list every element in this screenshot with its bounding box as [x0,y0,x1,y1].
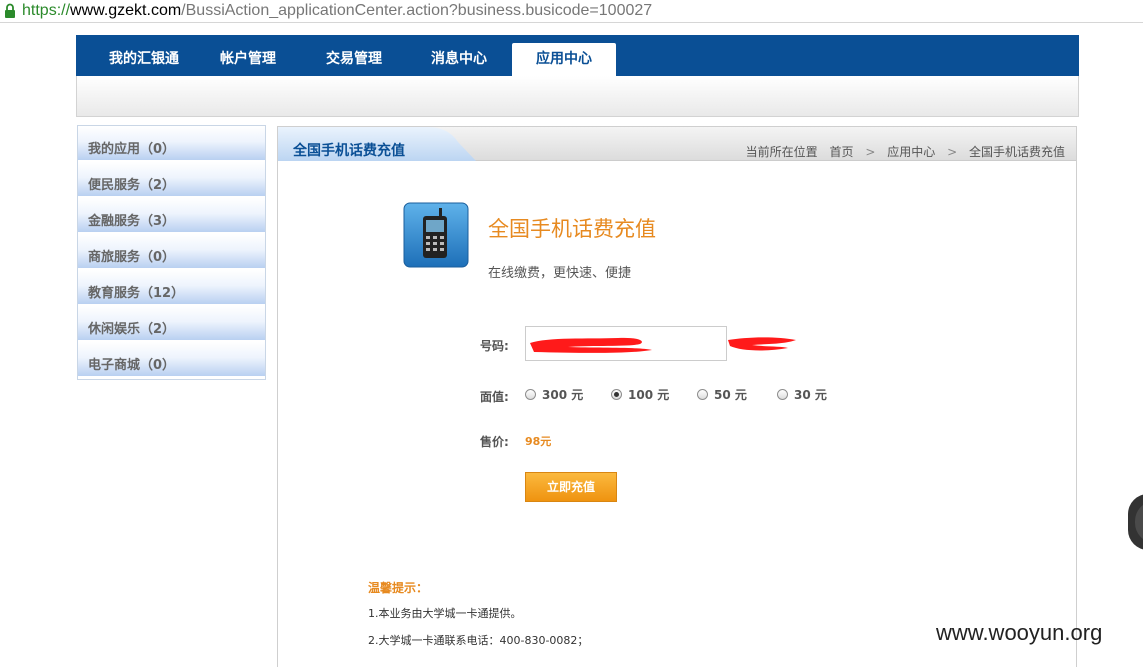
sidebar-item-finance[interactable]: 金融服务（3） [78,198,265,234]
sidebar-item-label: 商旅服务（0） [88,250,176,265]
tips-heading: 温馨提示： [368,581,429,595]
amount-option-30[interactable]: 30 元 [777,384,827,402]
breadcrumb-separator: > [947,145,958,159]
address-bar[interactable]: https://www.gzekt.com/BussiAction_applic… [0,0,1143,23]
sidebar: 我的应用（0） 便民服务（2） 金融服务（3） 商旅服务（0） 教育服务（12）… [77,125,266,380]
sub-navigation-bar [76,76,1079,117]
radio-button[interactable] [777,389,788,400]
nav-tab-application-center[interactable]: 应用中心 [512,43,616,76]
price-value: 98元 [525,435,552,448]
amount-option-300[interactable]: 300 元 [525,384,583,402]
breadcrumb-app-center-link[interactable]: 应用中心 [887,145,935,159]
sidebar-item-label: 教育服务（12） [88,286,185,301]
nav-tab-transaction-management[interactable]: 交易管理 [312,45,396,76]
app-title: 全国手机话费充值 [488,217,656,241]
amount-label: 面值: [480,390,509,404]
breadcrumb-separator: > [865,145,876,159]
radio-button[interactable] [525,389,536,400]
sidebar-item-mall[interactable]: 电子商城（0） [78,342,265,378]
lock-icon [5,3,15,18]
nav-tab-account-management[interactable]: 帐户管理 [206,45,290,76]
sidebar-item-my-apps[interactable]: 我的应用（0） [78,126,265,162]
tip-item: 1.本业务由大学城一卡通提供。 [368,607,522,620]
url-text: https://www.gzekt.com/BussiAction_applic… [22,0,652,22]
radio-button[interactable] [697,389,708,400]
breadcrumb-home-link[interactable]: 首页 [830,145,854,159]
sidebar-item-label: 休闲娱乐（2） [88,322,176,337]
sidebar-item-label: 电子商城（0） [88,358,176,373]
price-label: 售价: [480,435,509,449]
breadcrumb-prefix: 当前所在位置 [745,145,818,159]
section-title: 全国手机话费充值 [293,143,405,159]
sidebar-item-label: 金融服务（3） [88,214,176,229]
floating-scroll-button[interactable] [1128,494,1143,550]
redaction-mark [728,337,796,351]
sidebar-item-leisure[interactable]: 休闲娱乐（2） [78,306,265,342]
watermark: www.wooyun.org [936,620,1103,645]
redaction-mark [530,337,652,353]
url-path: /BussiAction_applicationCenter.action?bu… [181,2,653,19]
amount-option-label: 50 元 [714,388,747,402]
content-panel: 全国手机话费充值 当前所在位置 首页 > 应用中心 > 全国手机话费充值 全国手… [277,126,1077,667]
app-subtitle: 在线缴费，更快速、便捷 [488,266,632,281]
mobile-phone-icon [403,202,469,268]
sidebar-item-label: 便民服务（2） [88,178,176,193]
nav-tab-my-account[interactable]: 我的汇银通 [90,45,198,76]
breadcrumb: 当前所在位置 首页 > 应用中心 > 全国手机话费充值 [746,143,1065,160]
top-navigation: 我的汇银通 帐户管理 交易管理 消息中心 应用中心 [76,35,1079,76]
url-scheme: https:// [22,2,71,19]
tip-item: 2.大学城一卡通联系电话：400-830-0082； [368,634,589,647]
sidebar-item-education[interactable]: 教育服务（12） [78,270,265,306]
sidebar-item-travel[interactable]: 商旅服务（0） [78,234,265,270]
sidebar-item-convenience[interactable]: 便民服务（2） [78,162,265,198]
amount-option-100[interactable]: 100 元 [611,384,669,402]
sidebar-item-label: 我的应用（0） [88,142,176,157]
breadcrumb-current: 全国手机话费充值 [968,145,1065,159]
radio-button[interactable] [611,389,622,400]
floating-button-inner [1135,501,1143,543]
recharge-now-button[interactable]: 立即充值 [525,472,617,502]
amount-option-label: 30 元 [794,388,827,402]
nav-tab-message-center[interactable]: 消息中心 [417,45,501,76]
amount-option-label: 300 元 [542,388,584,402]
content-title-bar: 全国手机话费充值 当前所在位置 首页 > 应用中心 > 全国手机话费充值 [278,127,1076,161]
amount-option-50[interactable]: 50 元 [697,384,747,402]
url-host: www.gzekt.com [70,2,182,19]
amount-option-label: 100 元 [628,388,670,402]
phone-label: 号码: [480,339,509,353]
